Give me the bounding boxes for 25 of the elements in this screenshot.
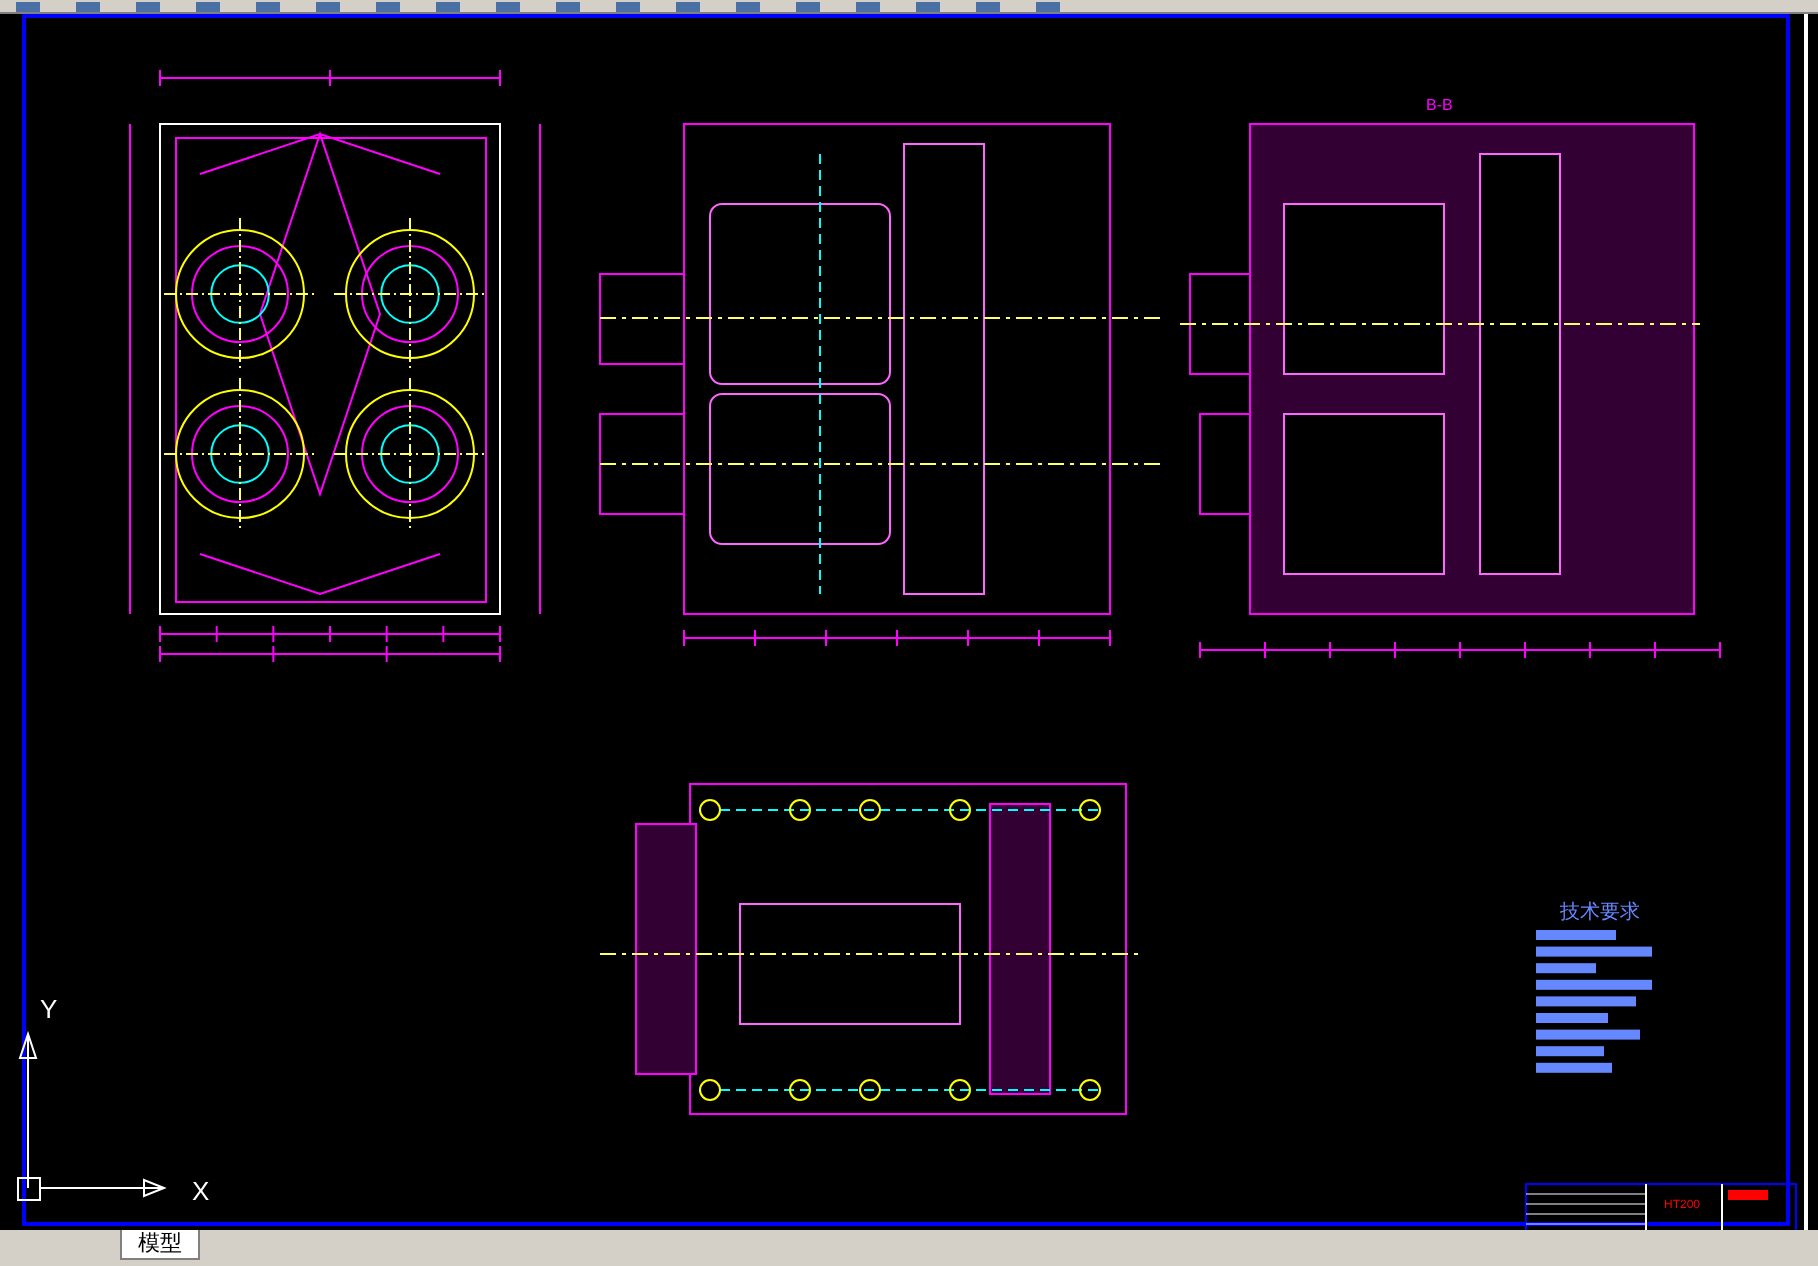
toolbar-icon[interactable] bbox=[76, 2, 100, 12]
requirements-title: 技术要求 bbox=[1560, 902, 1640, 924]
toolbar-icon[interactable] bbox=[136, 2, 160, 12]
toolbar-icon[interactable] bbox=[196, 2, 220, 12]
toolbar-icon[interactable] bbox=[16, 2, 40, 12]
y-axis-label: Y bbox=[40, 994, 58, 1024]
toolbar-icon[interactable] bbox=[856, 2, 880, 12]
toolbar-icon[interactable] bbox=[556, 2, 580, 12]
toolbar-icon[interactable] bbox=[976, 2, 1000, 12]
toolbar-icon[interactable] bbox=[496, 2, 520, 12]
section-label: B-B bbox=[1426, 96, 1453, 114]
x-axis-label: X bbox=[192, 1176, 210, 1206]
toolbar-icon[interactable] bbox=[256, 2, 280, 12]
toolbar-icon[interactable] bbox=[796, 2, 820, 12]
layout-tab[interactable]: 模型 bbox=[120, 1230, 200, 1260]
toolbar-icon[interactable] bbox=[436, 2, 460, 12]
toolbar-icon[interactable] bbox=[616, 2, 640, 12]
toolbar-icon[interactable] bbox=[1036, 2, 1060, 12]
toolbar-icon[interactable] bbox=[736, 2, 760, 12]
toolbar-icon[interactable] bbox=[916, 2, 940, 12]
toolbar-icon[interactable] bbox=[316, 2, 340, 12]
ucs-icon bbox=[17, 1030, 167, 1201]
requirements-text-drawing bbox=[1536, 930, 1652, 1073]
toolbar-icon[interactable] bbox=[376, 2, 400, 12]
toolbar-icon[interactable] bbox=[676, 2, 700, 12]
